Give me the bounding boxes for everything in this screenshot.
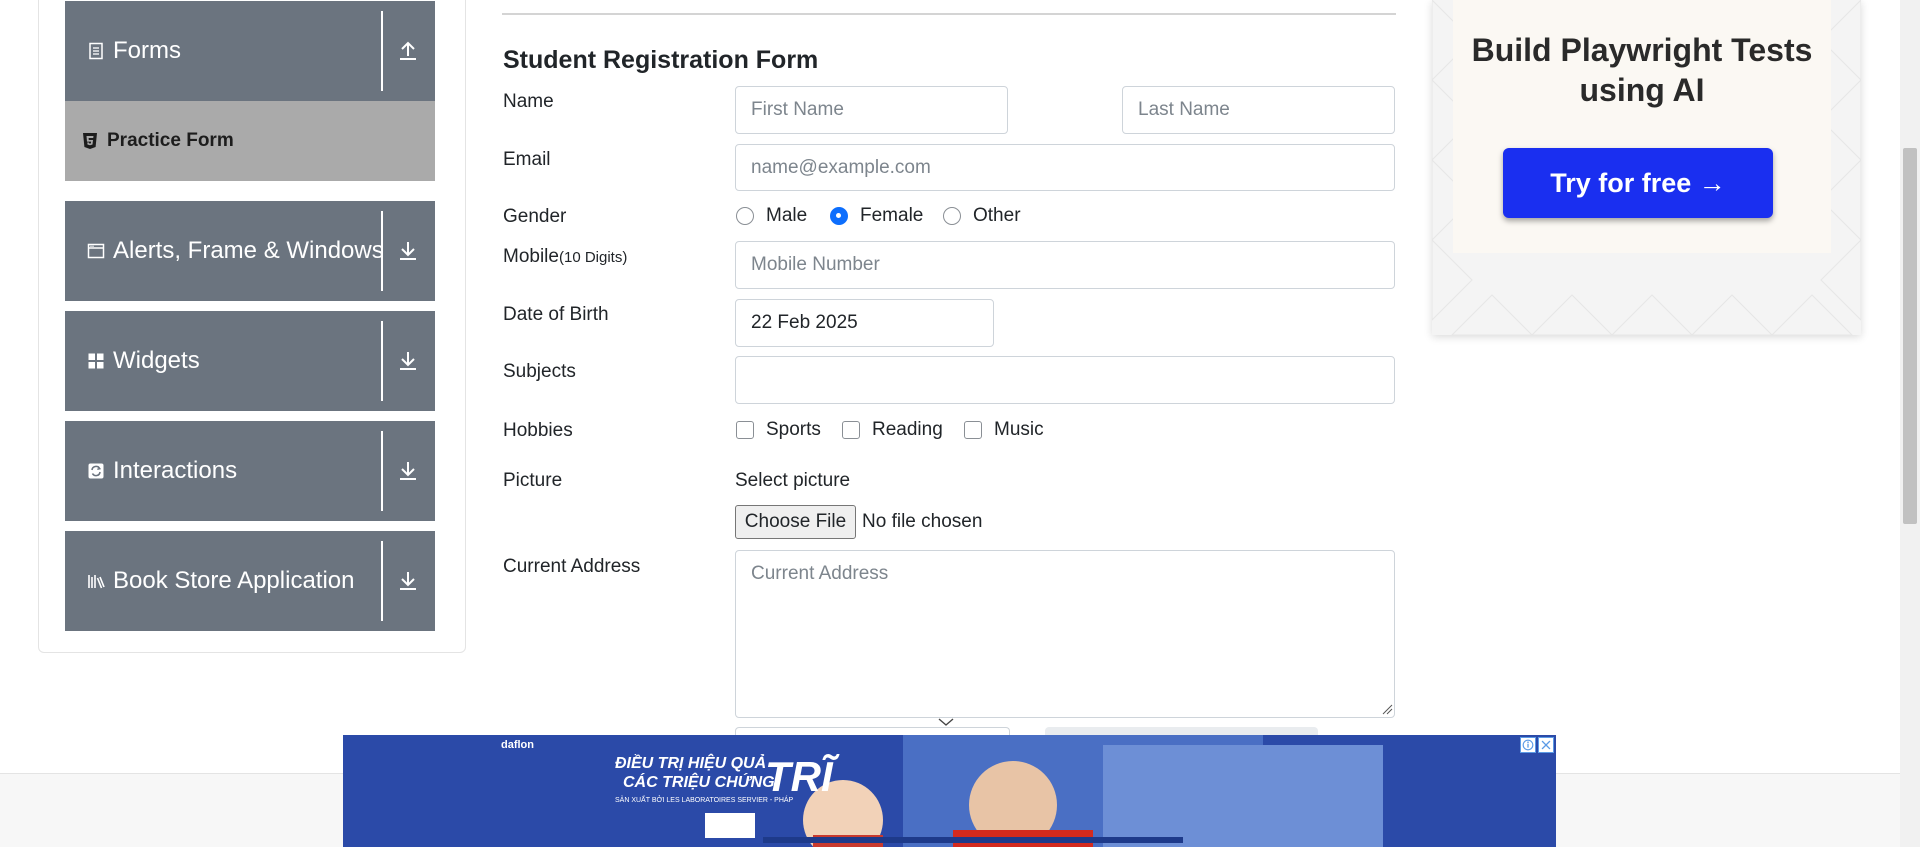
ad-line-3: TRĨ — [765, 753, 833, 800]
dob-label: Date of Birth — [503, 304, 609, 325]
sidebar-group-label: Interactions — [113, 457, 238, 484]
ad-headline: Build Playwright Tests using AI — [1471, 32, 1813, 108]
divider — [381, 321, 383, 401]
mobile-input[interactable] — [735, 241, 1395, 289]
sidebar-group-interactions[interactable]: Interactions — [65, 421, 435, 521]
adchoices-icon[interactable] — [1520, 737, 1536, 753]
radio-button[interactable] — [943, 207, 961, 225]
radio-label: Female — [860, 205, 924, 226]
ad-controls — [1520, 737, 1554, 753]
resize-grip-icon[interactable] — [1381, 703, 1393, 715]
picture-label: Picture — [503, 470, 563, 491]
interactions-icon — [88, 463, 104, 479]
widgets-icon — [88, 353, 104, 369]
divider — [381, 211, 383, 291]
mobile-label-text: Mobile — [503, 246, 559, 267]
email-label: Email — [503, 149, 551, 170]
checkbox-label: Sports — [766, 419, 821, 440]
radio-label: Other — [973, 205, 1021, 226]
gender-radio-male[interactable]: Male — [736, 205, 807, 227]
choose-file-button[interactable]: Choose File — [735, 505, 856, 539]
upload-arrow-icon[interactable] — [395, 38, 421, 64]
chevron-down-icon — [938, 718, 954, 726]
gender-radio-female[interactable]: Female — [830, 205, 923, 227]
address-label: Current Address — [503, 556, 641, 577]
gender-label: Gender — [503, 206, 567, 227]
download-arrow-icon[interactable] — [395, 568, 421, 594]
checkbox[interactable] — [842, 421, 860, 439]
dob-input[interactable] — [735, 299, 994, 347]
sidebar-item-practice-form[interactable]: Practice Form — [65, 101, 435, 181]
email-input[interactable] — [735, 144, 1395, 191]
document-icon — [89, 42, 103, 60]
file-status: No file chosen — [862, 511, 983, 532]
last-name-input[interactable] — [1122, 86, 1395, 134]
sidebar-group-book-store[interactable]: Book Store Application — [65, 531, 435, 631]
download-arrow-icon[interactable] — [395, 238, 421, 264]
divider — [381, 541, 383, 621]
sidebar-group-alerts[interactable]: Alerts, Frame & Windows — [65, 201, 435, 301]
scrollbar-thumb[interactable] — [1903, 148, 1917, 524]
select-picture-label: Select picture — [735, 470, 851, 491]
close-icon[interactable] — [1538, 737, 1554, 753]
ad-brand: daflon — [501, 739, 534, 751]
hobby-checkbox-sports[interactable]: Sports — [736, 419, 821, 441]
hobby-checkbox-music[interactable]: Music — [964, 419, 1044, 441]
books-icon — [88, 575, 105, 589]
checkbox[interactable] — [736, 421, 754, 439]
sidebar-group-label: Book Store Application — [113, 567, 355, 594]
divider — [381, 431, 383, 511]
sidebar-group-label: Widgets — [113, 347, 200, 374]
checkbox-label: Music — [994, 419, 1044, 440]
divider — [381, 11, 383, 91]
checkbox[interactable] — [964, 421, 982, 439]
checkbox-label: Reading — [872, 419, 943, 440]
sidebar-group-label: Alerts, Frame & Windows — [113, 237, 384, 264]
mobile-label: Mobile(10 Digits) — [503, 246, 627, 268]
ad-banner-bottom[interactable]: daflon ĐIỀU TRỊ HIỆU QUẢ CÁC TRIỆU CHỨNG… — [343, 735, 1556, 847]
ad-line-1: ĐIỀU TRỊ HIỆU QUẢ — [615, 755, 767, 772]
sidebar-group-widgets[interactable]: Widgets — [65, 311, 435, 411]
mobile-hint: (10 Digits) — [558, 249, 628, 266]
gender-radio-other[interactable]: Other — [943, 205, 1021, 227]
download-arrow-icon[interactable] — [395, 348, 421, 374]
download-arrow-icon[interactable] — [395, 458, 421, 484]
hobbies-label: Hobbies — [503, 420, 573, 441]
name-label: Name — [503, 91, 554, 112]
hobby-checkbox-reading[interactable]: Reading — [842, 419, 943, 441]
radio-label: Male — [766, 205, 808, 226]
ad-bottom-background — [343, 735, 1556, 847]
window-icon — [87, 243, 105, 259]
sidebar-group-forms[interactable]: Forms — [65, 1, 435, 101]
html5-icon — [83, 133, 97, 149]
divider — [502, 13, 1396, 15]
radio-button[interactable] — [736, 207, 754, 225]
current-address-textarea[interactable] — [735, 550, 1395, 718]
ad-line-4: SẢN XUẤT BỞI LES LABORATOIRES SERVIER - … — [615, 797, 794, 804]
form-title: Student Registration Form — [503, 46, 819, 74]
first-name-input[interactable] — [735, 86, 1008, 134]
try-for-free-button[interactable]: Try for free → — [1503, 148, 1773, 218]
sidebar-group-label: Forms — [113, 37, 181, 64]
subjects-label: Subjects — [503, 361, 576, 382]
ad-line-2: CÁC TRIỆU CHỨNG — [623, 774, 775, 791]
radio-button[interactable] — [830, 207, 848, 225]
sidebar-item-label: Practice Form — [107, 130, 234, 151]
subjects-input[interactable] — [735, 356, 1395, 404]
ad-banner-right[interactable]: Build Playwright Tests using AI Try for … — [1432, 0, 1861, 335]
